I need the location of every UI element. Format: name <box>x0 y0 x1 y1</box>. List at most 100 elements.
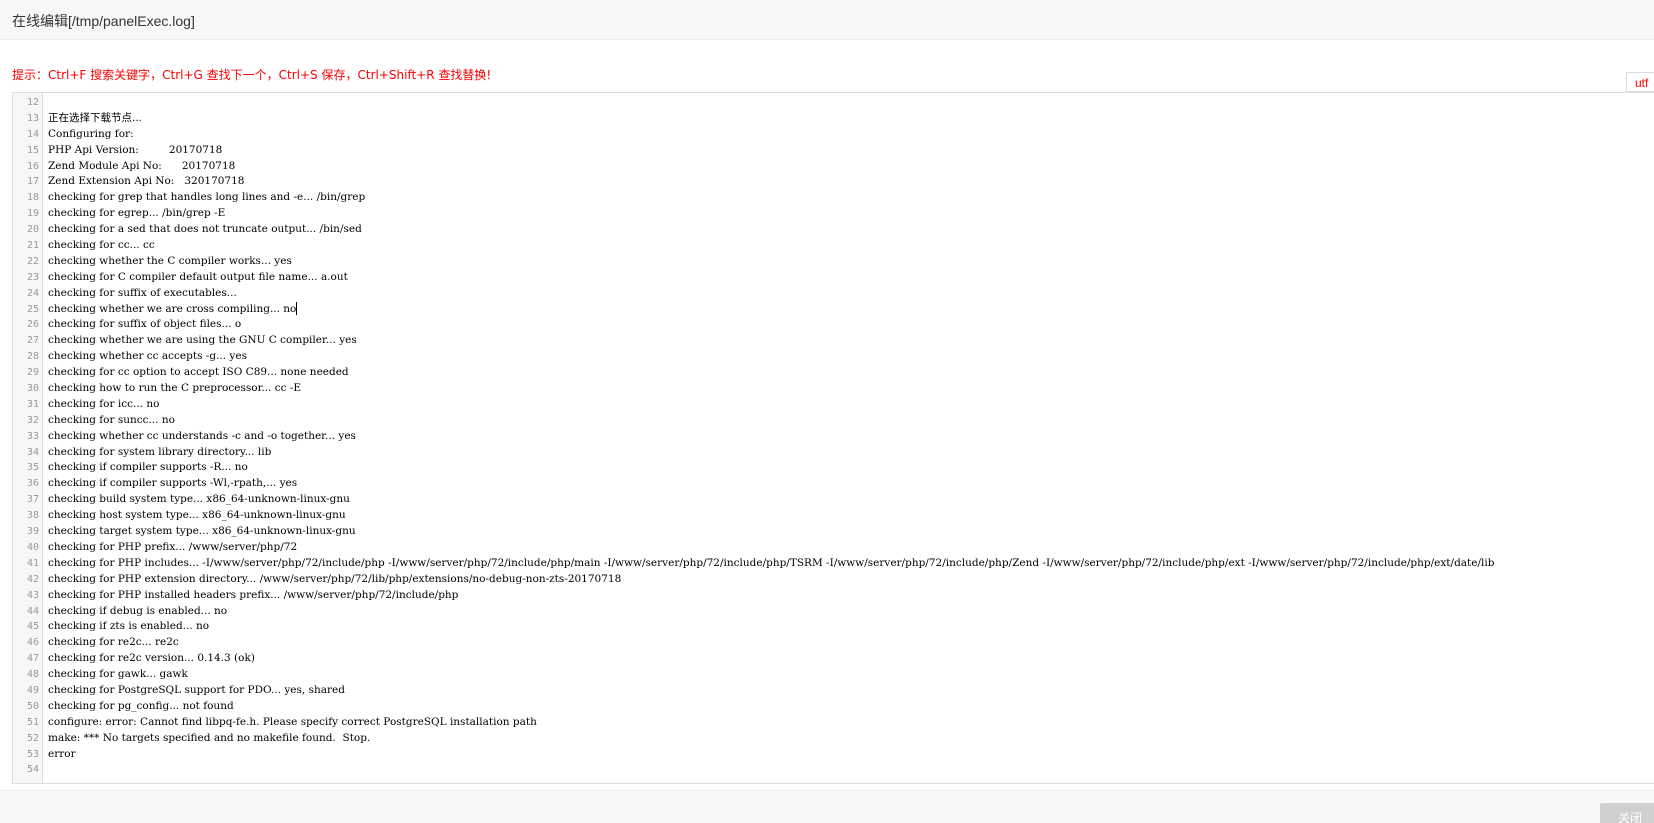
editor-line[interactable]: 51 configure: error: Cannot find libpq-fe… <box>13 715 1654 731</box>
line-text[interactable]: checking if zts is enabled... no <box>48 619 209 635</box>
editor-line[interactable]: 33 checking whether cc understands -c and… <box>13 429 1654 445</box>
line-text[interactable]: checking for system library directory...… <box>48 445 271 461</box>
encoding-select[interactable]: utf <box>1626 72 1654 92</box>
line-text[interactable]: PHP Api Version: 20170718 <box>48 143 222 159</box>
line-number: 27 <box>26 335 39 347</box>
line-text[interactable]: checking if debug is enabled... no <box>48 604 227 620</box>
line-content: checking whether cc accepts -g... yes <box>48 350 247 363</box>
editor-line[interactable]: 16 Zend Module Api No: 20170718 <box>13 159 1654 175</box>
line-content: checking if zts is enabled... no <box>48 620 210 633</box>
editor-line[interactable]: 36 checking if compiler supports -Wl,-rpa… <box>13 476 1654 492</box>
editor-line[interactable]: 45 checking if zts is enabled... no <box>13 619 1654 635</box>
line-text[interactable]: checking host system type... x86_64-unkn… <box>48 508 346 524</box>
editor-line[interactable]: 23 checking for C compiler default output… <box>13 270 1654 286</box>
editor-line[interactable]: 38 checking host system type... x86_64-un… <box>13 508 1654 524</box>
line-text[interactable]: Configuring for: <box>48 127 134 143</box>
editor-line[interactable]: 34 checking for system library directory.… <box>13 445 1654 461</box>
editor-line[interactable]: 32 checking for suncc... no <box>13 413 1654 429</box>
line-text[interactable]: configure: error: Cannot find libpq-fe.h… <box>48 715 537 731</box>
line-text[interactable]: checking for re2c... re2c <box>48 635 179 651</box>
line-text[interactable]: checking for egrep... /bin/grep -E <box>48 206 225 222</box>
line-text[interactable]: checking whether cc understands -c and -… <box>48 429 356 445</box>
editor-lines[interactable]: 12 13 正在选择下载节点... 14 Configuring for: 15 PHP A… <box>13 95 1654 778</box>
line-text[interactable]: checking for PHP extension directory... … <box>48 572 621 588</box>
line-text[interactable]: checking for cc option to accept ISO C89… <box>48 365 349 381</box>
line-content: checking for icc... no <box>48 397 160 410</box>
line-text[interactable]: error <box>48 747 76 763</box>
line-text[interactable]: checking for a sed that does not truncat… <box>48 222 362 238</box>
editor-line[interactable]: 40 checking for PHP prefix... /www/server… <box>13 540 1654 556</box>
line-content: checking whether we are using the GNU C … <box>48 334 357 347</box>
close-button[interactable]: 关闭 <box>1600 803 1654 823</box>
line-text[interactable]: checking for C compiler default output f… <box>48 270 348 286</box>
line-text[interactable]: checking if compiler supports -R... no <box>48 460 248 476</box>
line-number: 41 <box>26 557 39 569</box>
editor-line[interactable]: 13 正在选择下载节点... <box>13 111 1654 127</box>
line-text[interactable]: checking for suncc... no <box>48 413 175 429</box>
line-text[interactable]: checking target system type... x86_64-un… <box>48 524 356 540</box>
editor-line[interactable]: 54 <box>13 762 1654 778</box>
line-text[interactable]: make: *** No targets specified and no ma… <box>48 731 370 747</box>
line-text[interactable]: Zend Extension Api No: 320170718 <box>48 174 244 190</box>
editor-line[interactable]: 31 checking for icc... no <box>13 397 1654 413</box>
editor-line[interactable]: 14 Configuring for: <box>13 127 1654 143</box>
editor-line[interactable]: 19 checking for egrep... /bin/grep -E <box>13 206 1654 222</box>
line-text[interactable]: checking for suffix of executables... <box>48 286 237 302</box>
line-content: Configuring for: <box>48 127 134 140</box>
editor-line[interactable]: 37 checking build system type... x86_64-u… <box>13 492 1654 508</box>
editor-line[interactable]: 39 checking target system type... x86_64-… <box>13 524 1654 540</box>
editor-line[interactable]: 42 checking for PHP extension directory..… <box>13 572 1654 588</box>
line-text[interactable]: checking for PostgreSQL support for PDO.… <box>48 683 345 699</box>
line-text[interactable]: checking if compiler supports -Wl,-rpath… <box>48 476 297 492</box>
line-text[interactable]: checking for PHP includes... -I/www/serv… <box>48 556 1494 572</box>
editor-line[interactable]: 41 checking for PHP includes... -I/www/se… <box>13 556 1654 572</box>
editor-line[interactable]: 46 checking for re2c... re2c <box>13 635 1654 651</box>
line-text[interactable]: checking whether cc accepts -g... yes <box>48 349 247 365</box>
editor-line[interactable]: 26 checking for suffix of object files...… <box>13 317 1654 333</box>
editor-line[interactable]: 17 Zend Extension Api No: 320170718 <box>13 174 1654 190</box>
line-text[interactable]: checking whether we are cross compiling.… <box>48 302 298 318</box>
dialog-title-bar[interactable]: 在线编辑[/tmp/panelExec.log] <box>0 0 1654 40</box>
line-content: checking for re2c... re2c <box>48 636 179 649</box>
line-text[interactable]: checking how to run the C preprocessor..… <box>48 381 301 397</box>
editor-line[interactable]: 27 checking whether we are using the GNU … <box>13 333 1654 349</box>
line-number: 44 <box>26 605 39 617</box>
editor-line[interactable]: 52 make: *** No targets specified and no … <box>13 731 1654 747</box>
editor-line[interactable]: 35 checking if compiler supports -R... no <box>13 460 1654 476</box>
line-text[interactable]: checking for PHP prefix... /www/server/p… <box>48 540 297 556</box>
line-text[interactable]: checking for cc... cc <box>48 238 155 254</box>
line-text[interactable]: checking for gawk... gawk <box>48 667 188 683</box>
editor-line[interactable]: 48 checking for gawk... gawk <box>13 667 1654 683</box>
editor-line[interactable]: 29 checking for cc option to accept ISO C… <box>13 365 1654 381</box>
line-text[interactable]: checking for grep that handles long line… <box>48 190 365 206</box>
line-text[interactable]: checking for re2c version... 0.14.3 (ok) <box>48 651 255 667</box>
editor-line[interactable]: 12 <box>13 95 1654 111</box>
editor-line[interactable]: 30 checking how to run the C preprocessor… <box>13 381 1654 397</box>
editor-line[interactable]: 43 checking for PHP installed headers pre… <box>13 588 1654 604</box>
editor-dialog: 在线编辑[/tmp/panelExec.log] 提示：Ctrl+F 搜索关键字… <box>0 0 1654 823</box>
line-text[interactable]: checking build system type... x86_64-unk… <box>48 492 350 508</box>
editor-line[interactable]: 21 checking for cc... cc <box>13 238 1654 254</box>
editor-line[interactable]: 53 error <box>13 747 1654 763</box>
editor-line[interactable]: 25 checking whether we are cross compilin… <box>13 302 1654 318</box>
editor-line[interactable]: 50 checking for pg_config... not found <box>13 699 1654 715</box>
editor-line[interactable]: 15 PHP Api Version: 20170718 <box>13 143 1654 159</box>
line-number: 46 <box>26 637 39 649</box>
line-text[interactable]: checking for PHP installed headers prefi… <box>48 588 458 604</box>
line-text[interactable]: checking for pg_config... not found <box>48 699 234 715</box>
editor-line[interactable]: 28 checking whether cc accepts -g... yes <box>13 349 1654 365</box>
editor-line[interactable]: 44 checking if debug is enabled... no <box>13 604 1654 620</box>
line-text[interactable]: checking for icc... no <box>48 397 159 413</box>
editor-line[interactable]: 49 checking for PostgreSQL support for PD… <box>13 683 1654 699</box>
line-text[interactable]: checking whether we are using the GNU C … <box>48 333 357 349</box>
editor-line[interactable]: 22 checking whether the C compiler works.… <box>13 254 1654 270</box>
code-editor[interactable]: 12 13 正在选择下载节点... 14 Configuring for: 15 PHP A… <box>12 92 1654 784</box>
editor-line[interactable]: 20 checking for a sed that does not trunc… <box>13 222 1654 238</box>
editor-line[interactable]: 24 checking for suffix of executables... <box>13 286 1654 302</box>
line-text[interactable]: checking for suffix of object files... o <box>48 317 241 333</box>
line-text[interactable]: Zend Module Api No: 20170718 <box>48 159 235 175</box>
line-text[interactable]: 正在选择下载节点... <box>48 111 142 127</box>
line-text[interactable]: checking whether the C compiler works...… <box>48 254 292 270</box>
editor-line[interactable]: 18 checking for grep that handles long li… <box>13 190 1654 206</box>
editor-line[interactable]: 47 checking for re2c version... 0.14.3 (o… <box>13 651 1654 667</box>
